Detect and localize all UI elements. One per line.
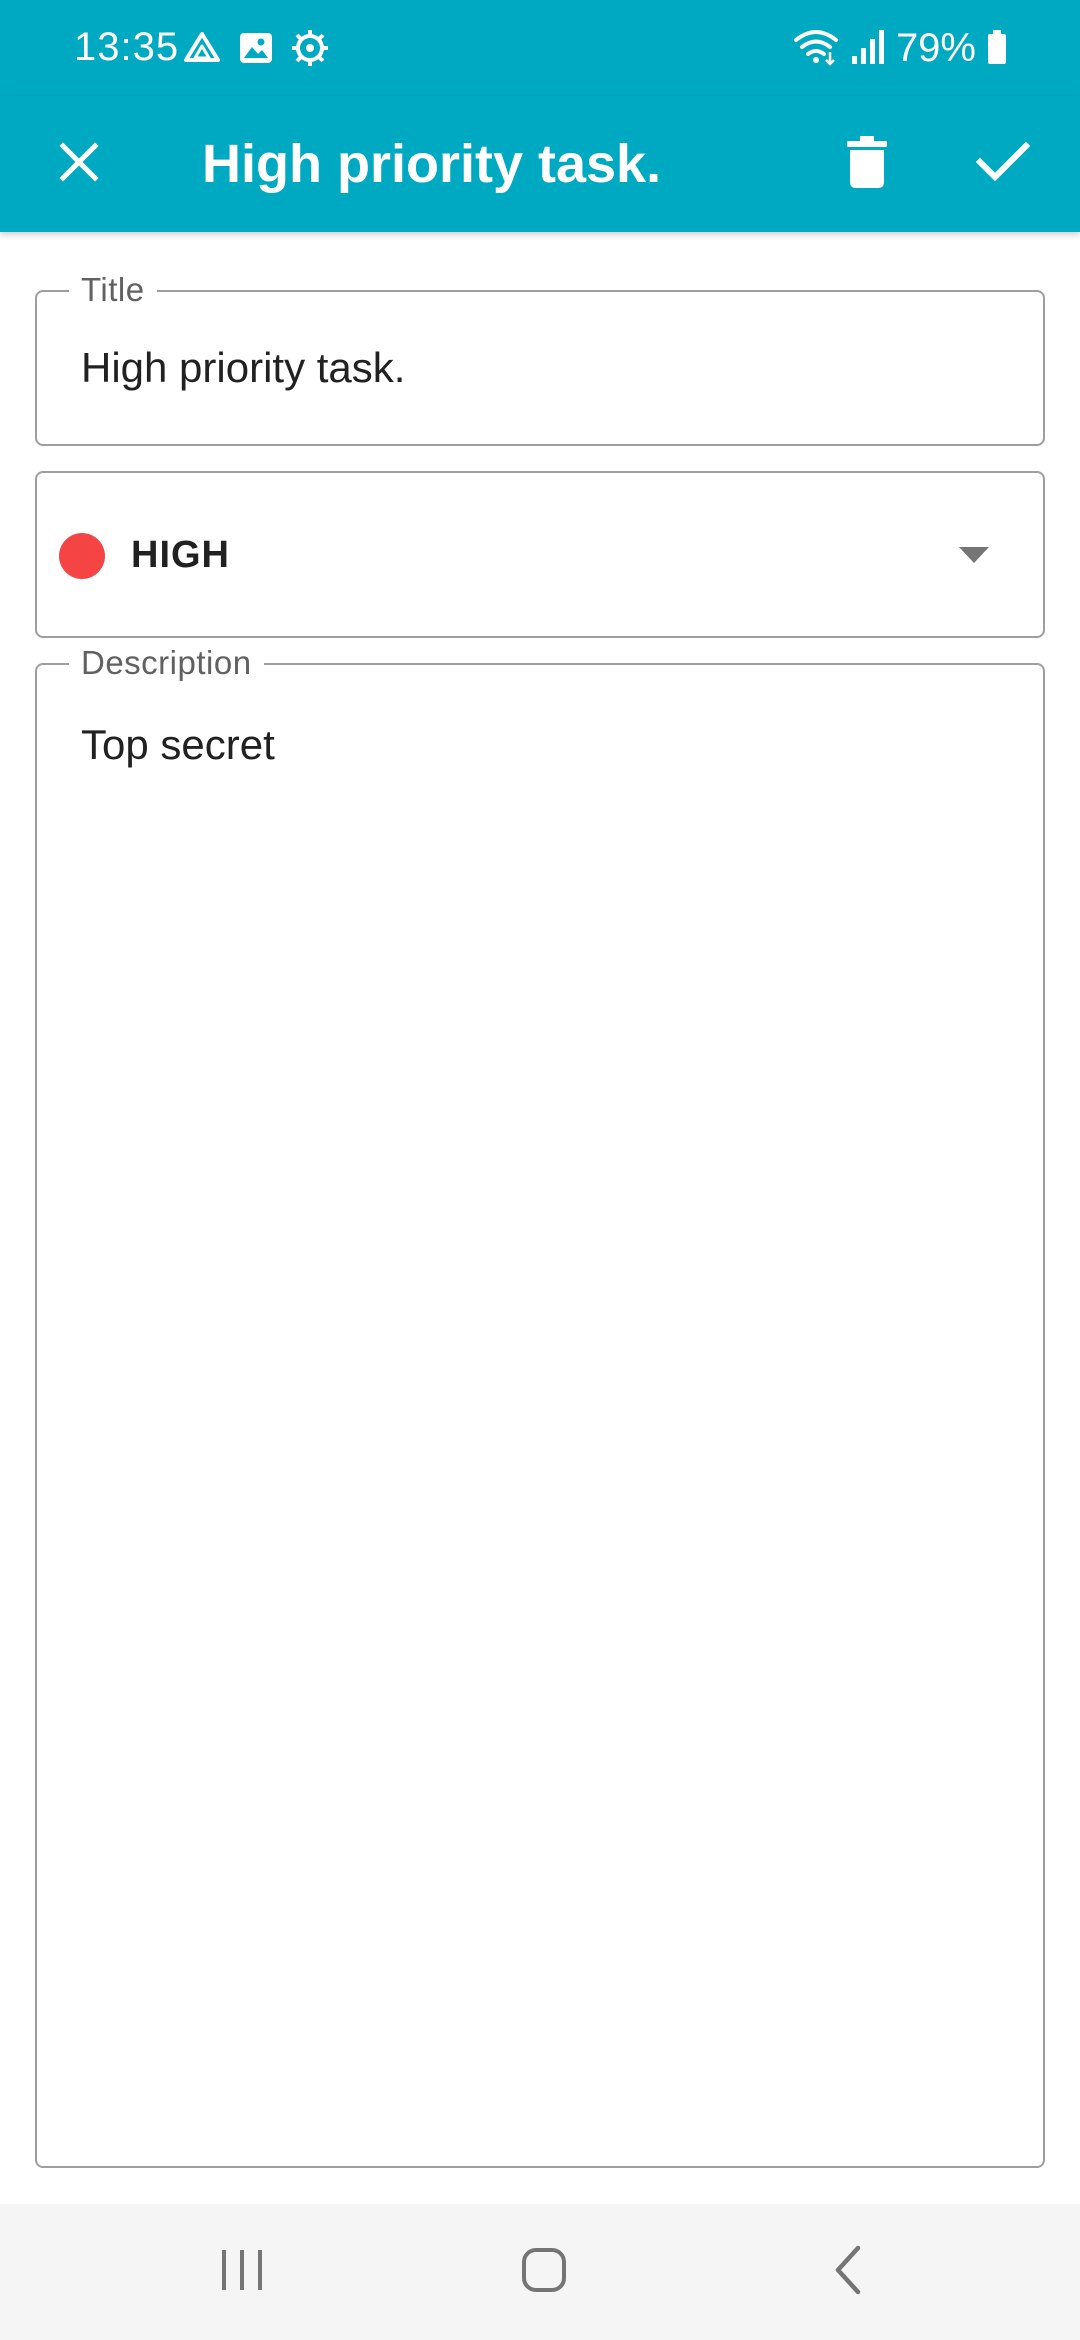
- description-field-label: Description: [69, 643, 264, 683]
- back-icon: [830, 2244, 866, 2301]
- status-bar: 13:35 79%: [0, 0, 1080, 96]
- home-button[interactable]: [464, 2204, 624, 2340]
- description-input-value[interactable]: Top secret: [81, 717, 275, 773]
- title-field-label: Title: [69, 270, 157, 310]
- app-bar: High priority task.: [0, 96, 1080, 232]
- priority-selected-value: HIGH: [131, 534, 230, 576]
- status-time: 13:35: [74, 25, 180, 69]
- recents-icon: [217, 2246, 267, 2299]
- system-navigation-bar: [0, 2204, 1080, 2340]
- close-icon: [55, 138, 103, 191]
- check-icon: [975, 140, 1031, 189]
- battery-percentage: 79%: [895, 26, 976, 70]
- chevron-down-icon: [959, 547, 989, 570]
- recents-button[interactable]: [162, 2204, 322, 2340]
- wifi-icon: [792, 26, 840, 71]
- home-icon: [519, 2245, 569, 2300]
- signal-icon: [850, 26, 886, 71]
- title-input-value[interactable]: High priority task.: [81, 342, 405, 394]
- settings-gear-icon: [290, 28, 330, 68]
- back-button[interactable]: [768, 2204, 928, 2340]
- description-field[interactable]: Description Top secret: [35, 643, 1045, 2168]
- battery-icon: [986, 26, 1008, 71]
- title-field[interactable]: Title High priority task.: [35, 270, 1045, 446]
- status-system-icons: 79%: [792, 24, 1008, 72]
- priority-color-dot: [59, 533, 105, 579]
- delete-button[interactable]: [812, 96, 922, 232]
- trash-icon: [845, 135, 889, 193]
- status-notification-icons: [182, 28, 330, 68]
- priority-dropdown[interactable]: HIGH: [35, 471, 1045, 638]
- page-title: High priority task.: [202, 134, 662, 194]
- gallery-icon: [236, 28, 276, 68]
- save-confirm-button[interactable]: [948, 96, 1058, 232]
- drive-icon: [182, 28, 222, 68]
- close-button[interactable]: [24, 96, 134, 232]
